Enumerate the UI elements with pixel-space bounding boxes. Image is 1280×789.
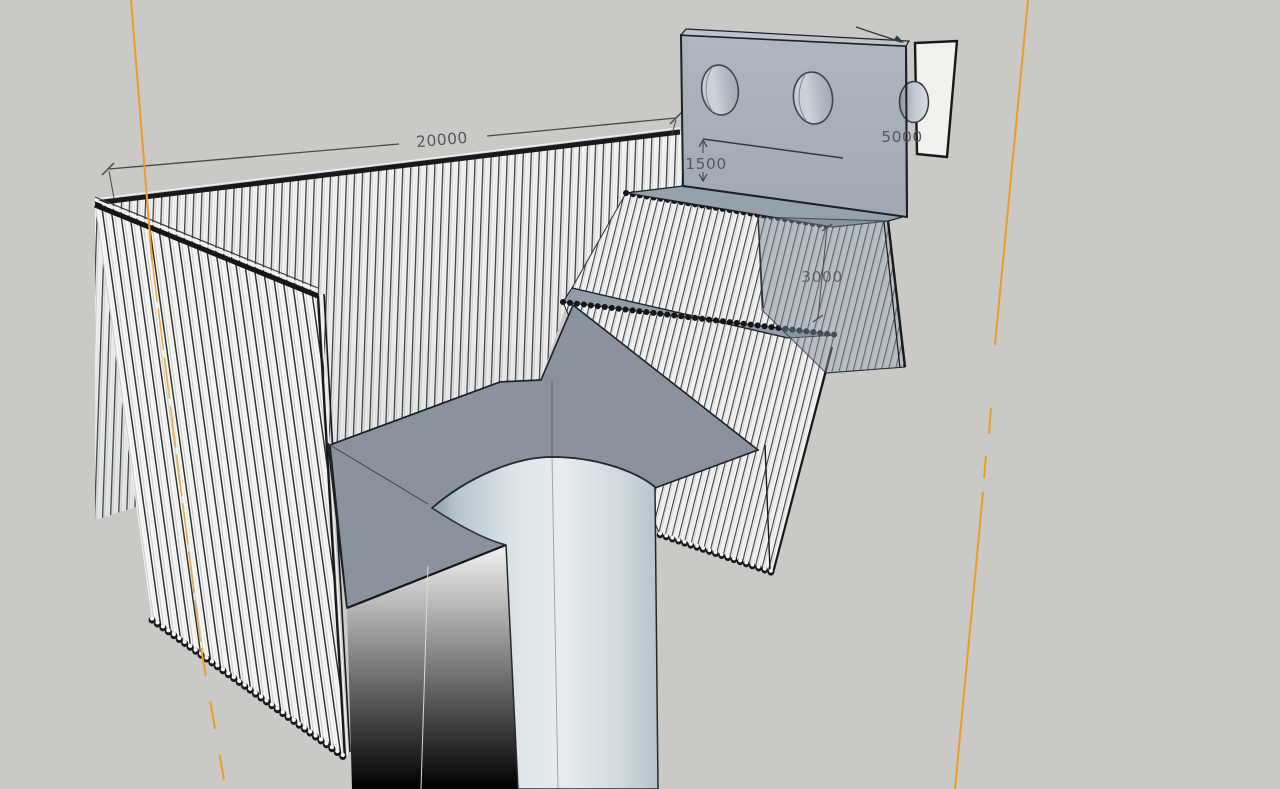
dim-label-5000: 5000	[881, 128, 922, 146]
slab-hole-3[interactable]	[900, 82, 929, 123]
sketchup-viewport[interactable]: 20000	[0, 0, 1280, 789]
anchor-slab[interactable]	[681, 27, 929, 217]
dim-label-1500: 1500	[685, 155, 726, 173]
dim-label-3000: 3000	[801, 268, 842, 286]
